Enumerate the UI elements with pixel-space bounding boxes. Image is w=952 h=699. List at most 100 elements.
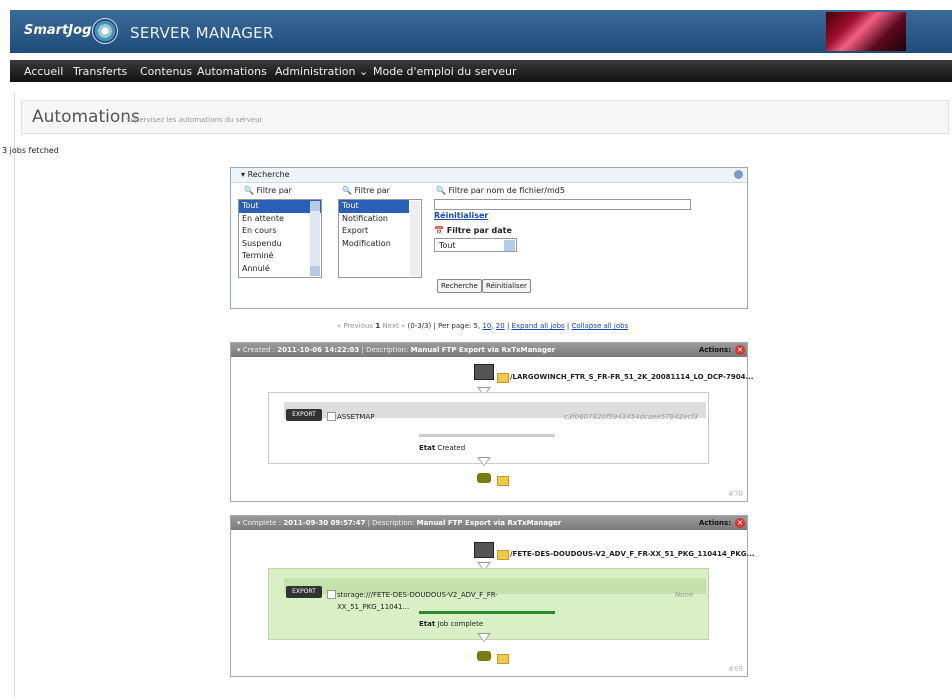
job-filename[interactable]: /FETE-DES-DOUDOUS-V2_ADV_F_FR-XX_51_PKG_… <box>510 550 755 558</box>
main-nav: Accueil Transferts Contenus Automations … <box>10 60 952 82</box>
state-value: Job complete <box>437 620 484 628</box>
top-banner: SmartJog SERVER MANAGER <box>10 10 952 53</box>
job-description: Manual FTP Export via RxTxManager <box>416 519 562 527</box>
search-panel-title: Recherche <box>247 170 290 179</box>
per-page-20[interactable]: 20 <box>496 322 505 330</box>
task-checkbox[interactable] <box>327 412 336 421</box>
banner-image <box>826 12 906 51</box>
task-hash: c3f0607820f5943454dcaee57942ecf3 <box>564 413 699 421</box>
job-status: Complete <box>242 519 277 527</box>
search-button[interactable]: Recherche <box>437 279 482 293</box>
filter2-label: 🔍 Filtre par <box>342 186 390 195</box>
state-label: Etat <box>419 444 436 452</box>
scroll-down-icon[interactable] <box>310 266 320 276</box>
scrollbar[interactable] <box>410 201 420 276</box>
nav-administration[interactable]: Administration ⌄ <box>275 65 368 78</box>
per-page-separator: , <box>491 322 494 330</box>
job-date: 2011-09-30 09:57:47 <box>283 519 366 527</box>
progress-track <box>419 434 555 437</box>
close-icon[interactable]: × <box>735 518 745 528</box>
nav-automations[interactable]: Automations <box>197 65 267 78</box>
per-page-label: | Per page: 5, <box>433 322 481 330</box>
per-page-10[interactable]: 10 <box>482 322 491 330</box>
nav-transferts[interactable]: Transferts <box>73 65 127 78</box>
list-item[interactable]: Annulé <box>239 263 321 276</box>
job-header[interactable]: ▾ Created : 2011-10-06 14:22:03 | Descri… <box>231 343 747 357</box>
task-path-cont: XX_51_PKG_11041... <box>337 603 410 611</box>
date-filter-value: Tout <box>439 241 456 250</box>
pagination: « Previous 1 Next » (0-3/3) | Per page: … <box>337 322 628 330</box>
scroll-up-icon[interactable] <box>310 201 320 211</box>
progress-track <box>419 611 555 614</box>
export-icon: EXPORT <box>286 409 322 421</box>
nav-mode-emploi[interactable]: Mode d'emploi du serveur <box>373 65 517 78</box>
list-item[interactable]: En cours <box>239 225 321 238</box>
status-filter-list[interactable]: Tout En attente En cours Suspendu Termin… <box>238 199 322 278</box>
job-header[interactable]: ▾ Complete : 2011-09-30 09:57:47 | Descr… <box>231 516 747 530</box>
collapse-icon[interactable] <box>734 170 743 179</box>
task-state: Etat Job complete <box>419 620 483 628</box>
filename-input[interactable] <box>434 199 691 210</box>
type-filter-list[interactable]: Tout Notification Export Modification <box>338 199 422 278</box>
list-item[interactable]: Tout <box>339 200 409 213</box>
ftp-icon <box>477 473 491 483</box>
range-text: (0-3/3) <box>407 322 432 330</box>
task-path: storage:///FETE-DES-DOUDOUS-V2_ADV_F_FR- <box>337 591 498 599</box>
list-item[interactable]: En attente <box>239 213 321 226</box>
list-item[interactable]: Terminé <box>239 250 321 263</box>
filter2-label-text: Filtre par <box>354 186 390 195</box>
folder-icon[interactable] <box>497 476 509 486</box>
date-filter-select[interactable]: Tout <box>434 238 517 252</box>
current-page: 1 <box>375 322 381 330</box>
collapse-all-link[interactable]: Collapse all jobs <box>572 322 629 330</box>
task-box <box>268 392 709 464</box>
logo-text: SmartJog <box>24 23 92 38</box>
list-item[interactable]: Tout <box>239 200 321 213</box>
job-filename[interactable]: /LARGOWINCH_FTR_S_FR-FR_51_2K_20081114_L… <box>510 373 753 381</box>
task-checkbox[interactable] <box>327 590 336 599</box>
flow-arrow-icon <box>477 457 491 466</box>
prev-link[interactable]: « Previous <box>337 322 373 330</box>
actions-label[interactable]: Actions: <box>699 516 731 530</box>
close-icon[interactable]: × <box>735 345 745 355</box>
filter1-label: 🔍 Filtre par <box>244 186 292 195</box>
job-desc-label: Description: <box>372 519 415 527</box>
ftp-icon <box>477 651 491 661</box>
list-item[interactable]: Export <box>339 225 421 238</box>
reset-button[interactable]: Réinitialiser <box>482 279 531 293</box>
page-header: Automations Supervisez les automations d… <box>21 100 949 134</box>
list-item[interactable]: Suspendu <box>239 238 321 251</box>
nav-contenus[interactable]: Contenus <box>140 65 192 78</box>
pager-separator: | <box>566 322 570 330</box>
date-filter-label: 📅 Filtre par date <box>434 226 512 235</box>
task-name: ASSETMAP <box>337 413 375 421</box>
job-id: #70 <box>728 490 743 498</box>
actions-label[interactable]: Actions: <box>699 343 731 357</box>
job-description: Manual FTP Export via RxTxManager <box>410 346 556 354</box>
reset-link[interactable]: Réinitialiser <box>434 211 488 220</box>
task-state: Etat Created <box>419 444 465 452</box>
search-panel-header[interactable]: ▾ Recherche <box>231 168 747 183</box>
list-item[interactable]: Modification <box>339 238 421 251</box>
folder-icon[interactable] <box>497 373 509 383</box>
folder-icon[interactable] <box>497 550 509 560</box>
filename-filter-label-text: Filtre par nom de fichier/md5 <box>448 186 565 195</box>
jobs-count: 3 jobs fetched <box>2 146 59 155</box>
logo-icon <box>92 18 118 44</box>
nav-accueil[interactable]: Accueil <box>24 65 63 78</box>
state-value: Created <box>437 444 466 452</box>
pager-separator: | <box>506 322 510 330</box>
job-date: 2011-10-06 14:22:03 <box>277 346 360 354</box>
next-link[interactable]: Next » <box>382 322 405 330</box>
app-title: SERVER MANAGER <box>130 24 274 42</box>
expand-all-link[interactable]: Expand all jobs <box>512 322 565 330</box>
scrollbar[interactable] <box>310 201 320 276</box>
date-filter-label-text: Filtre par date <box>446 226 512 235</box>
folder-icon[interactable] <box>497 654 509 664</box>
page-title: Automations <box>32 107 140 127</box>
chevron-down-icon[interactable] <box>504 240 515 251</box>
list-item[interactable]: Notification <box>339 213 421 226</box>
job-status: Created <box>242 346 271 354</box>
state-label: Etat <box>419 620 436 628</box>
job-desc-label: Description: <box>366 346 409 354</box>
